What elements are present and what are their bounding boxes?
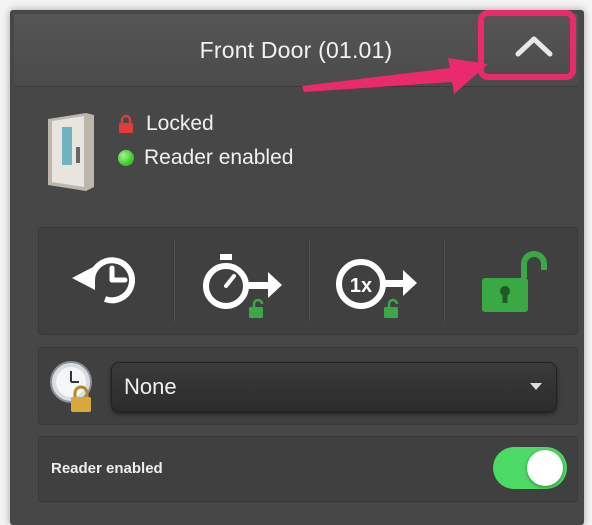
padlock-open-green-icon xyxy=(482,251,547,312)
reader-enabled-toggle[interactable] xyxy=(493,447,567,489)
clock-lock-icon xyxy=(50,361,92,412)
reset-timer-button[interactable] xyxy=(39,228,173,334)
lock-status-label: Locked xyxy=(146,112,214,135)
annotation-arrow xyxy=(302,58,488,94)
reader-setting-label: Reader enabled xyxy=(51,460,163,477)
schedule-select-value: None xyxy=(124,374,177,399)
door-actions: 1x xyxy=(38,227,578,335)
reader-status-indicator xyxy=(118,150,134,166)
padlock-locked-icon xyxy=(119,114,133,133)
schedule-select[interactable]: None xyxy=(111,362,557,412)
collapse-button[interactable] xyxy=(478,10,576,80)
permanent-unlock-button[interactable] xyxy=(444,228,578,334)
door-icon xyxy=(48,113,94,191)
single-unlock-button[interactable]: 1x xyxy=(309,228,443,334)
stopwatch-unlock-icon xyxy=(203,254,282,318)
reader-status-label: Reader enabled xyxy=(144,146,294,169)
one-time-unlock-icon: 1x xyxy=(336,259,417,318)
reader-setting-row: Reader enabled xyxy=(38,436,578,502)
toggle-knob xyxy=(527,450,563,486)
svg-text:1x: 1x xyxy=(350,275,372,297)
chevron-up-icon xyxy=(515,36,553,57)
timed-unlock-button[interactable] xyxy=(174,228,308,334)
schedule-row: None xyxy=(38,347,578,425)
dropdown-caret-icon xyxy=(530,383,542,390)
clock-reset-icon xyxy=(72,257,135,304)
door-status: Locked Reader enabled xyxy=(40,105,560,205)
